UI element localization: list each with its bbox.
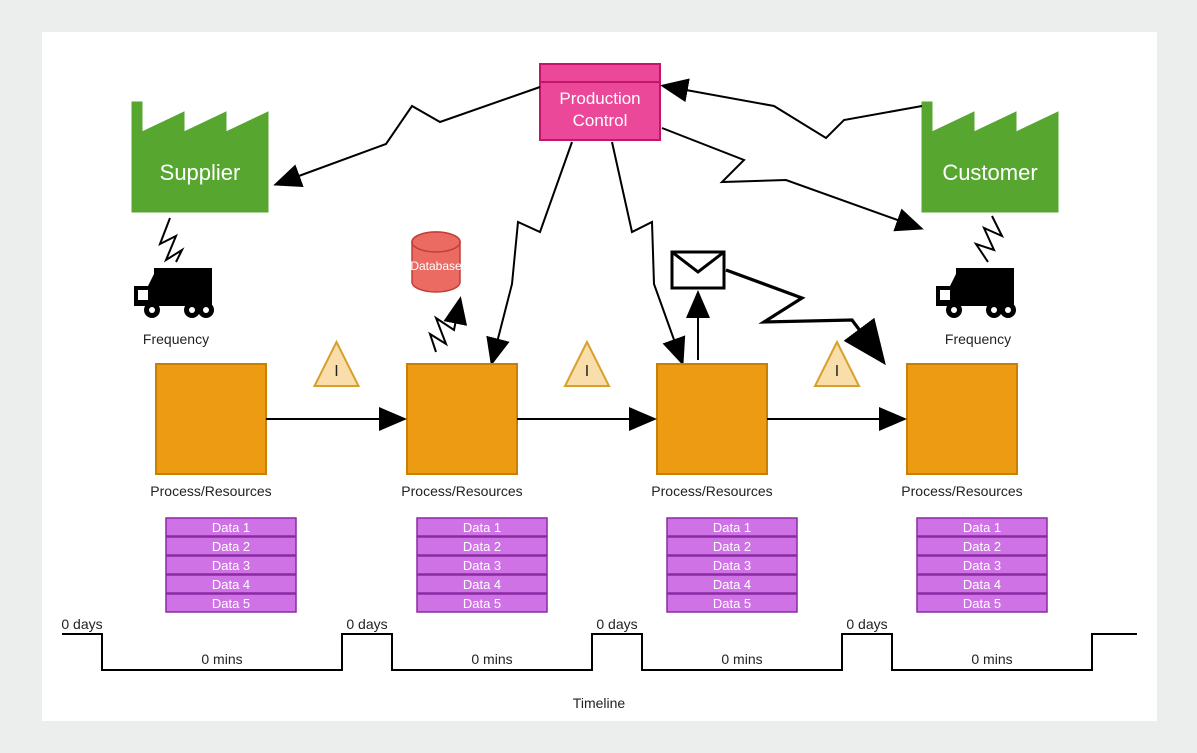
- production-control-box: Production Control: [540, 64, 660, 140]
- database-icon: Database: [410, 232, 462, 292]
- data-cell: Data 4: [417, 575, 547, 593]
- supplier-factory: Supplier: [132, 102, 268, 212]
- mail-icon: [672, 252, 724, 288]
- process-label: Process/Resources: [651, 483, 772, 499]
- data-cell-label: Data 5: [212, 596, 250, 611]
- timeline-up-label: 0 days: [346, 616, 387, 632]
- customer-factory: Customer: [922, 102, 1058, 212]
- inventory-triangle: I: [315, 342, 359, 386]
- process-box: Process/Resources: [401, 364, 522, 499]
- data-cell: Data 3: [667, 556, 797, 574]
- database-info-arrow: [430, 300, 460, 352]
- data-cell-label: Data 1: [963, 520, 1001, 535]
- inventory-triangle: I: [815, 342, 859, 386]
- data-cell: Data 2: [166, 537, 296, 555]
- data-cell: Data 4: [917, 575, 1047, 593]
- data-cell-label: Data 4: [713, 577, 751, 592]
- inventory-label: I: [835, 363, 839, 380]
- data-cell: Data 3: [166, 556, 296, 574]
- production-control-label-2: Control: [573, 111, 628, 130]
- customer-frequency: Frequency: [945, 331, 1011, 347]
- process-label: Process/Resources: [150, 483, 271, 499]
- data-cell-label: Data 2: [963, 539, 1001, 554]
- data-cell-label: Data 1: [212, 520, 250, 535]
- supplier-frequency: Frequency: [143, 331, 209, 347]
- data-cell: Data 4: [166, 575, 296, 593]
- data-cell-label: Data 3: [963, 558, 1001, 573]
- data-cell-label: Data 5: [963, 596, 1001, 611]
- info-flow-to-supplier: [277, 87, 540, 184]
- data-cell: Data 5: [917, 594, 1047, 612]
- inventory-label: I: [334, 363, 338, 380]
- data-cell: Data 3: [917, 556, 1047, 574]
- data-cell-label: Data 3: [463, 558, 501, 573]
- data-cell-label: Data 3: [212, 558, 250, 573]
- data-cell-label: Data 4: [212, 577, 250, 592]
- inventory-triangle: I: [565, 342, 609, 386]
- data-cell-label: Data 1: [463, 520, 501, 535]
- data-cell-label: Data 4: [963, 577, 1001, 592]
- data-cell: Data 5: [166, 594, 296, 612]
- process-label: Process/Resources: [401, 483, 522, 499]
- diagram-canvas: Production Control Supplier Customer: [42, 32, 1157, 721]
- timeline-up-label: 0 days: [596, 616, 637, 632]
- mail-to-process4-arrow: [726, 270, 882, 360]
- process-box: Process/Resources: [651, 364, 772, 499]
- timeline-down-label: 0 mins: [971, 651, 1012, 667]
- data-cell: Data 1: [417, 518, 547, 536]
- timeline-down-label: 0 mins: [201, 651, 242, 667]
- timeline-label: Timeline: [573, 695, 626, 711]
- data-cell-label: Data 5: [713, 596, 751, 611]
- data-cell: Data 4: [667, 575, 797, 593]
- timeline-down-label: 0 mins: [721, 651, 762, 667]
- data-cell-label: Data 4: [463, 577, 501, 592]
- timeline-up-label: 0 days: [61, 616, 102, 632]
- data-cell: Data 5: [667, 594, 797, 612]
- timeline-down-label: 0 mins: [471, 651, 512, 667]
- truck-icon: [134, 268, 214, 318]
- data-cell: Data 1: [667, 518, 797, 536]
- supplier-label: Supplier: [160, 160, 241, 185]
- process-box: Process/Resources: [150, 364, 271, 499]
- data-cell-label: Data 2: [713, 539, 751, 554]
- data-cell-label: Data 2: [463, 539, 501, 554]
- data-cell: Data 5: [417, 594, 547, 612]
- customer-label: Customer: [942, 160, 1037, 185]
- data-cell: Data 3: [417, 556, 547, 574]
- data-cell-label: Data 2: [212, 539, 250, 554]
- production-control-label-1: Production: [559, 89, 640, 108]
- data-cell-label: Data 5: [463, 596, 501, 611]
- data-cell: Data 1: [166, 518, 296, 536]
- inventory-label: I: [585, 363, 589, 380]
- data-cell-label: Data 3: [713, 558, 751, 573]
- data-cell: Data 1: [917, 518, 1047, 536]
- data-cell: Data 2: [667, 537, 797, 555]
- info-flow-to-customer: [662, 128, 920, 228]
- data-cell: Data 2: [417, 537, 547, 555]
- info-flow-to-process2: [492, 142, 572, 362]
- info-flow-from-customer: [664, 86, 922, 138]
- supplier-ship-arrow: [160, 218, 182, 262]
- process-box: Process/Resources: [901, 364, 1022, 499]
- timeline-up-label: 0 days: [846, 616, 887, 632]
- truck-icon: [936, 268, 1016, 318]
- customer-ship-arrow: [976, 216, 1002, 262]
- process-label: Process/Resources: [901, 483, 1022, 499]
- database-label: Database: [410, 259, 462, 273]
- data-cell: Data 2: [917, 537, 1047, 555]
- data-cell-label: Data 1: [713, 520, 751, 535]
